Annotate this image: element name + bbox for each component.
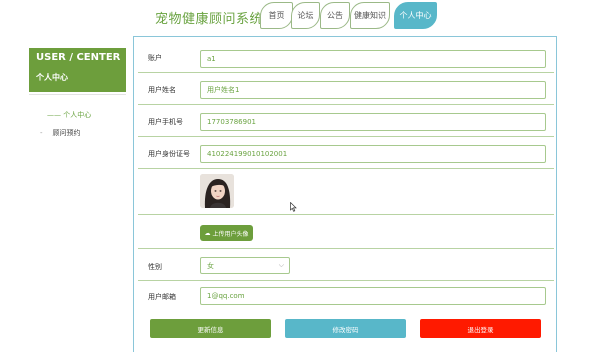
main-nav: 首页 论坛 公告 健康知识 个人中心 xyxy=(0,0,600,34)
nav-tab-home[interactable]: 首页 xyxy=(260,2,293,29)
upload-avatar-label: 上传用户头像 xyxy=(212,230,249,238)
id-card-input[interactable]: 410224199010102001 xyxy=(200,145,546,163)
logout-button[interactable]: 退出登录 xyxy=(420,319,541,338)
sidebar-item-personal-center[interactable]: —— 个人中心 xyxy=(47,110,91,120)
change-password-button[interactable]: 修改密码 xyxy=(285,319,406,338)
form-row-name: 用户姓名 用户姓名1 xyxy=(138,73,554,105)
account-input[interactable]: a1 xyxy=(200,50,546,68)
upload-avatar-button[interactable]: ☁ 上传用户头像 xyxy=(200,225,253,241)
mouse-cursor-icon xyxy=(290,197,297,216)
chevron-down-icon: ⌵ xyxy=(278,261,284,269)
form-row-phone: 用户手机号 17703786901 xyxy=(138,105,554,137)
sidebar-divider xyxy=(29,94,126,95)
form-row-avatar xyxy=(138,169,554,215)
form-row-email: 用户邮箱 1@qq.com xyxy=(138,281,554,311)
name-label: 用户姓名 xyxy=(148,86,176,94)
avatar xyxy=(200,174,234,208)
gender-label: 性别 xyxy=(148,263,162,271)
user-photo-icon xyxy=(200,174,234,208)
form-row-gender: 性别 女 ⌵ xyxy=(138,249,554,281)
sidebar-item-consult-booking[interactable]: - 顾问预约 xyxy=(40,128,81,138)
form-row-id-card: 用户身份证号 410224199010102001 xyxy=(138,137,554,169)
update-info-button[interactable]: 更新信息 xyxy=(150,319,271,338)
cloud-upload-icon: ☁ xyxy=(204,229,211,237)
sidebar-title-en: USER / CENTER xyxy=(36,52,121,63)
email-label: 用户邮箱 xyxy=(148,293,176,301)
gender-select-value: 女 xyxy=(207,261,214,270)
nav-tab-forum[interactable]: 论坛 xyxy=(291,2,320,29)
nav-tab-notice[interactable]: 公告 xyxy=(320,2,350,29)
sidebar-title-cn: 个人中心 xyxy=(36,73,68,82)
form-row-account: 账户 a1 xyxy=(138,45,554,73)
phone-label: 用户手机号 xyxy=(148,118,183,126)
form-row-upload: ☁ 上传用户头像 xyxy=(138,215,554,249)
bullet-icon: - xyxy=(40,129,43,137)
profile-form-panel: 账户 a1 用户姓名 用户姓名1 用户手机号 17703786901 用户身份证… xyxy=(133,36,557,352)
nav-tab-personal-center[interactable]: 个人中心 xyxy=(394,2,437,29)
sidebar-header: USER / CENTER 个人中心 xyxy=(29,48,126,92)
id-card-label: 用户身份证号 xyxy=(148,150,190,158)
nav-tab-health-knowledge[interactable]: 健康知识 xyxy=(350,2,390,29)
account-label: 账户 xyxy=(148,54,162,62)
email-input[interactable]: 1@qq.com xyxy=(200,287,546,305)
gender-select[interactable]: 女 ⌵ xyxy=(200,257,290,274)
phone-input[interactable]: 17703786901 xyxy=(200,113,546,131)
sidebar-item-label: 顾问预约 xyxy=(52,129,81,137)
name-input[interactable]: 用户姓名1 xyxy=(200,81,546,99)
